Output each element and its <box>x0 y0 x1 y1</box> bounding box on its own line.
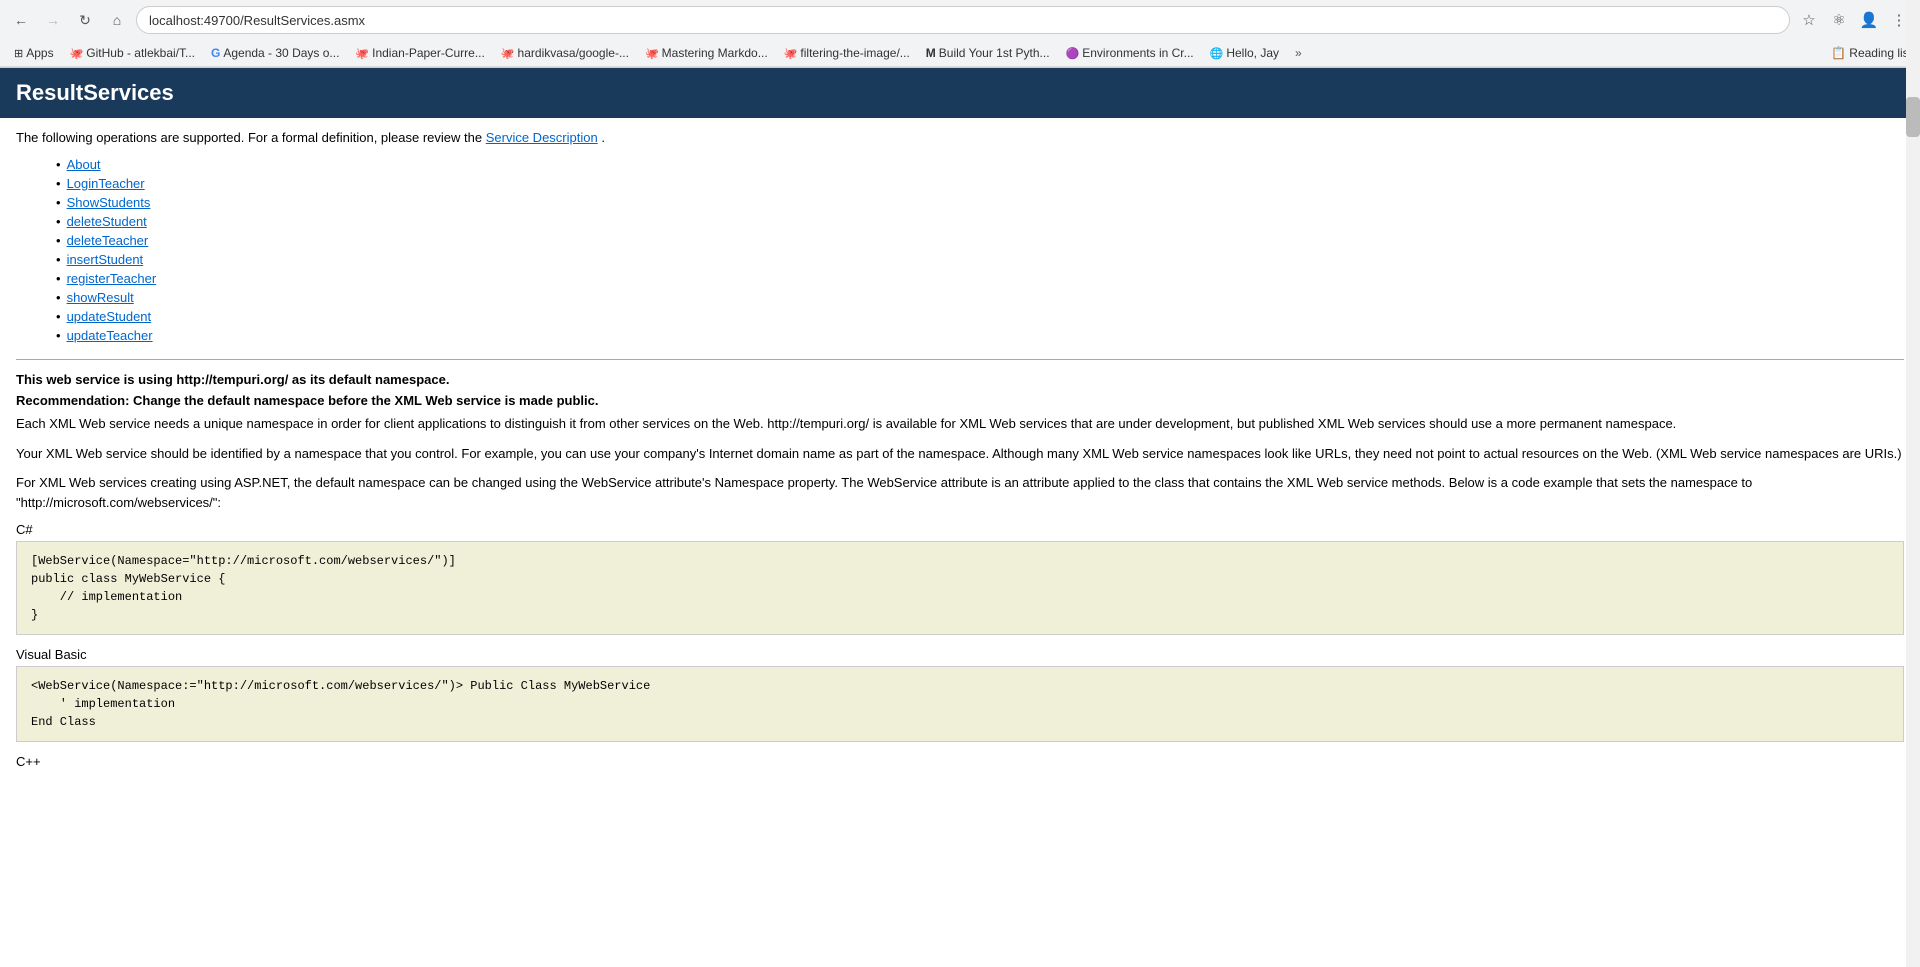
bookmarks-bar: ⊞ Apps 🐙 GitHub - atlekbai/T... G Agenda… <box>0 40 1920 67</box>
browser-icons: ☆ ⚛ 👤 ⋮ <box>1796 7 1912 33</box>
bookmark-build-python[interactable]: M Build Your 1st Pyth... <box>920 44 1056 62</box>
operation-show-students[interactable]: ShowStudents <box>67 195 151 210</box>
bookmark-agenda-label: Agenda - 30 Days o... <box>223 46 339 60</box>
intro-end: . <box>601 130 605 145</box>
profile-button[interactable]: 👤 <box>1856 7 1882 33</box>
home-button[interactable]: ⌂ <box>104 7 130 33</box>
code-label-csharp: C# <box>16 522 1904 537</box>
bookmarks-more-button[interactable]: » <box>1291 44 1306 62</box>
browser-toolbar: ← → ↻ ⌂ localhost:49700/ResultServices.a… <box>0 0 1920 40</box>
github-icon-4: 🐙 <box>645 47 659 60</box>
bookmark-filtering[interactable]: 🐙 filtering-the-image/... <box>778 44 916 62</box>
list-item: LoginTeacher <box>56 176 1904 191</box>
bookmark-environments[interactable]: 🟣 Environments in Cr... <box>1060 44 1200 62</box>
list-item: updateTeacher <box>56 328 1904 343</box>
page-content: ResultServices The following operations … <box>0 68 1920 785</box>
para3: For XML Web services creating using ASP.… <box>16 473 1904 512</box>
operation-register-teacher[interactable]: registerTeacher <box>67 271 157 286</box>
github-icon-1: 🐙 <box>70 47 84 60</box>
bookmark-apps[interactable]: ⊞ Apps <box>8 44 60 62</box>
medium-icon: M <box>926 46 936 60</box>
intro-paragraph: The following operations are supported. … <box>16 130 1904 145</box>
code-block-vb: <WebService(Namespace:="http://microsoft… <box>16 666 1904 742</box>
forward-button[interactable]: → <box>40 7 66 33</box>
address-bar[interactable]: localhost:49700/ResultServices.asmx <box>136 6 1790 34</box>
browser-chrome: ← → ↻ ⌂ localhost:49700/ResultServices.a… <box>0 0 1920 68</box>
list-item: registerTeacher <box>56 271 1904 286</box>
google-icon: G <box>211 46 220 60</box>
list-item: About <box>56 157 1904 172</box>
intro-text: The following operations are supported. … <box>16 130 482 145</box>
page-title: ResultServices <box>16 80 1904 106</box>
para2: Your XML Web service should be identifie… <box>16 444 1904 464</box>
list-item: insertStudent <box>56 252 1904 267</box>
code-label-cpp: C++ <box>16 754 1904 769</box>
operation-delete-teacher[interactable]: deleteTeacher <box>67 233 149 248</box>
scrollbar-thumb[interactable] <box>1906 97 1920 137</box>
operation-insert-student[interactable]: insertStudent <box>67 252 144 267</box>
bookmark-github[interactable]: 🐙 GitHub - atlekbai/T... <box>64 44 201 62</box>
globe-icon: 🌐 <box>1210 47 1224 60</box>
operation-update-student[interactable]: updateStudent <box>67 309 152 324</box>
operations-list: About LoginTeacher ShowStudents deleteSt… <box>56 157 1904 343</box>
bookmark-build-python-label: Build Your 1st Pyth... <box>939 46 1050 60</box>
reading-list-label: Reading list <box>1849 46 1912 60</box>
code-block-csharp: [WebService(Namespace="http://microsoft.… <box>16 541 1904 635</box>
namespace-heading2: Recommendation: Change the default names… <box>16 393 1904 408</box>
scrollbar-track[interactable] <box>1906 0 1920 967</box>
url-text: localhost:49700/ResultServices.asmx <box>149 13 365 28</box>
code-label-vb: Visual Basic <box>16 647 1904 662</box>
namespace-heading1: This web service is using http://tempuri… <box>16 372 1904 387</box>
bookmark-apps-label: Apps <box>26 46 53 60</box>
bookmark-mastering[interactable]: 🐙 Mastering Markdo... <box>639 44 774 62</box>
list-item: deleteTeacher <box>56 233 1904 248</box>
reading-list-icon: 📋 <box>1831 46 1846 60</box>
back-button[interactable]: ← <box>8 7 34 33</box>
page-header: ResultServices <box>0 68 1920 118</box>
github-icon-5: 🐙 <box>784 47 798 60</box>
bookmark-agenda[interactable]: G Agenda - 30 Days o... <box>205 44 345 62</box>
list-item: ShowStudents <box>56 195 1904 210</box>
operation-about[interactable]: About <box>67 157 101 172</box>
list-item: updateStudent <box>56 309 1904 324</box>
list-item: deleteStudent <box>56 214 1904 229</box>
bookmark-environments-label: Environments in Cr... <box>1082 46 1193 60</box>
bookmark-mastering-label: Mastering Markdo... <box>662 46 768 60</box>
service-description-link[interactable]: Service Description <box>486 130 598 145</box>
github-icon-2: 🐙 <box>355 47 369 60</box>
operation-update-teacher[interactable]: updateTeacher <box>67 328 153 343</box>
bookmark-hello-jay-label: Hello, Jay <box>1226 46 1279 60</box>
list-item: showResult <box>56 290 1904 305</box>
para1: Each XML Web service needs a unique name… <box>16 414 1904 434</box>
bookmark-filtering-label: filtering-the-image/... <box>800 46 909 60</box>
operation-show-result[interactable]: showResult <box>67 290 134 305</box>
apps-icon: ⊞ <box>14 47 23 60</box>
bookmark-hardikvasa-label: hardikvasa/google-... <box>518 46 629 60</box>
page-body: The following operations are supported. … <box>0 118 1920 785</box>
reload-button[interactable]: ↻ <box>72 7 98 33</box>
github-icon-3: 🐙 <box>501 47 515 60</box>
bookmark-hello-jay[interactable]: 🌐 Hello, Jay <box>1204 44 1285 62</box>
operation-login-teacher[interactable]: LoginTeacher <box>67 176 145 191</box>
reading-list-button[interactable]: 📋 Reading list <box>1831 46 1912 60</box>
divider <box>16 359 1904 360</box>
bookmark-indian-paper-label: Indian-Paper-Curre... <box>372 46 485 60</box>
star-button[interactable]: ☆ <box>1796 7 1822 33</box>
notion-icon: 🟣 <box>1066 47 1080 60</box>
bookmark-hardikvasa[interactable]: 🐙 hardikvasa/google-... <box>495 44 635 62</box>
operation-delete-student[interactable]: deleteStudent <box>67 214 147 229</box>
bookmark-github-label: GitHub - atlekbai/T... <box>86 46 195 60</box>
bookmark-indian-paper[interactable]: 🐙 Indian-Paper-Curre... <box>349 44 490 62</box>
extensions-button[interactable]: ⚛ <box>1826 7 1852 33</box>
